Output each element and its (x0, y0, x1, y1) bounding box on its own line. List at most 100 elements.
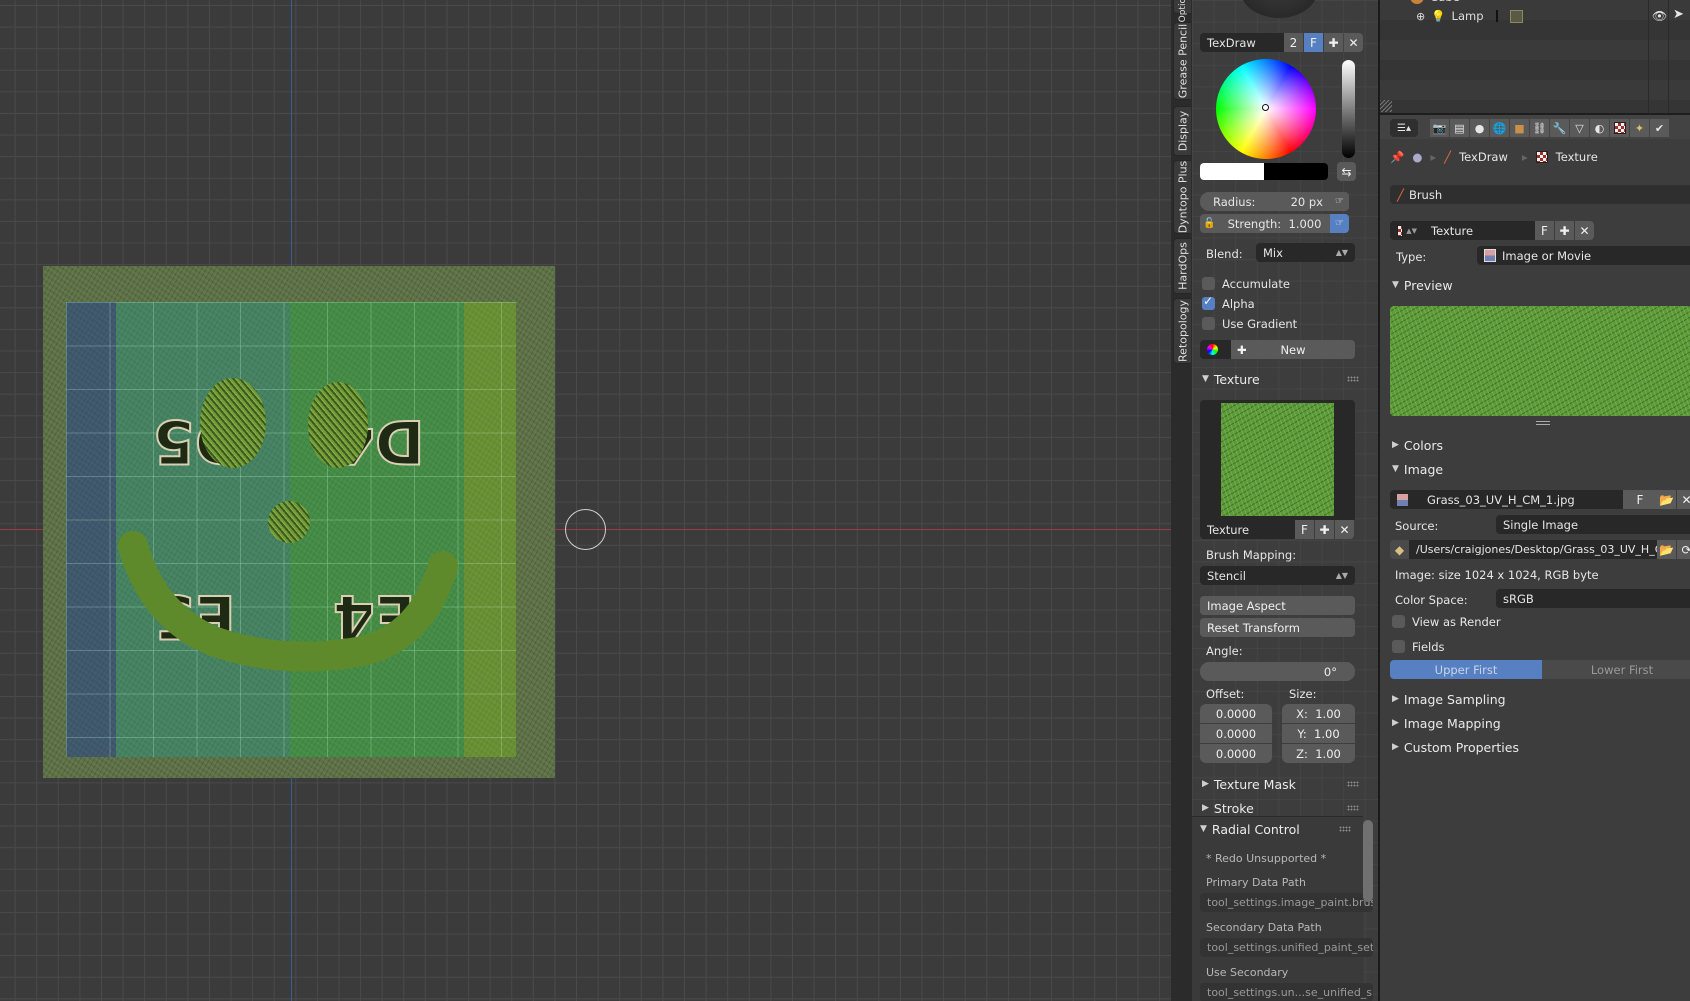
texture-fake-user[interactable]: F (1295, 520, 1314, 539)
reset-transform-button[interactable]: Reset Transform (1200, 618, 1355, 637)
image-name-field[interactable]: Grass_03_UV_H_CM_1.jpg (1420, 490, 1623, 509)
unlink-brush-button[interactable]: ✕ (1344, 33, 1363, 52)
swap-colors-icon[interactable]: ⇆ (1337, 162, 1356, 181)
preview-resize-handle[interactable] (1536, 421, 1550, 425)
lock-icon[interactable]: 🔓 (1200, 214, 1219, 233)
color-space-select[interactable]: sRGB (1496, 589, 1690, 608)
modifiers-tab-icon[interactable]: 🔧 (1550, 119, 1569, 137)
expand-icon[interactable]: ⊕ (1416, 10, 1425, 23)
alpha-checkbox[interactable] (1202, 294, 1215, 310)
unlink-texture-button[interactable]: ✕ (1575, 221, 1594, 240)
upper-first-button[interactable]: Upper First (1390, 660, 1542, 679)
image-editor-viewport[interactable]: D5 D4 E5 E4 (0, 0, 1171, 1001)
blend-select[interactable]: Mix ▲▼ (1256, 243, 1355, 262)
color-wheel[interactable] (1216, 59, 1316, 159)
lamp-data-icon[interactable] (1509, 9, 1523, 23)
texture-panel-header[interactable]: ▼ Texture (1202, 368, 1365, 390)
primary-data-path-field[interactable]: tool_settings.image_paint.brus... (1200, 893, 1373, 912)
image-sampling-panel-header[interactable]: ▶ Image Sampling (1392, 688, 1690, 710)
radius-field[interactable]: Radius: 20 px (1200, 192, 1330, 211)
primary-color[interactable] (1200, 163, 1264, 180)
material-tab-icon[interactable]: ◐ (1590, 119, 1609, 137)
brush-users[interactable]: 2 (1284, 33, 1303, 52)
palette-selector[interactable] (1200, 340, 1231, 359)
outliner-item-lamp[interactable]: ⊕ 💡 Lamp (1416, 9, 1523, 23)
lower-first-button[interactable]: Lower First (1542, 660, 1690, 679)
render-tab-icon[interactable]: 📷 (1430, 119, 1449, 137)
pressure-strength-icon[interactable]: ☞ (1330, 214, 1349, 233)
accumulate-checkbox[interactable] (1202, 277, 1215, 290)
pressure-radius-icon[interactable]: ☞ (1330, 192, 1349, 211)
texture-context-brush[interactable]: ╱ Brush (1390, 185, 1690, 204)
scene-tab-icon[interactable]: ● (1470, 119, 1489, 137)
size-z-field[interactable]: Z: 1.00 (1282, 744, 1355, 763)
pack-icon[interactable]: ◆ (1390, 540, 1409, 559)
data-tab-icon[interactable]: ▽ (1570, 119, 1589, 137)
source-select[interactable]: Single Image (1496, 515, 1690, 534)
breadcrumb-texture[interactable]: Texture (1556, 150, 1598, 164)
colors-panel-header[interactable]: ▶ Colors (1392, 434, 1690, 456)
texture-browse[interactable]: ▲▼ (1390, 221, 1424, 240)
particles-tab-icon[interactable]: ✦ (1630, 119, 1649, 137)
texture-name-field[interactable]: Texture (1200, 520, 1295, 539)
close-icon[interactable]: ✕ (1677, 490, 1690, 509)
custom-properties-panel-header[interactable]: ▶ Custom Properties (1392, 736, 1690, 758)
tab-retopology[interactable]: Retopology (1173, 298, 1191, 364)
image-fake-user[interactable]: F (1623, 490, 1657, 509)
constraints-tab-icon[interactable]: ⛓ (1530, 119, 1549, 137)
secondary-data-path-field[interactable]: tool_settings.unified_paint_setti... (1200, 938, 1373, 957)
add-texture-button[interactable]: ✚ (1315, 520, 1334, 539)
tab-hardops[interactable]: HardOps (1173, 238, 1191, 294)
drag-grip[interactable] (1339, 826, 1351, 832)
new-palette-button[interactable]: ✚ New (1231, 340, 1355, 359)
image-aspect-button[interactable]: Image Aspect (1200, 596, 1355, 615)
type-select[interactable]: Image or Movie (1477, 246, 1690, 265)
texture-name-field[interactable]: Texture (1424, 221, 1535, 240)
breadcrumb-brush[interactable]: TexDraw (1459, 150, 1508, 164)
brush-mapping-select[interactable]: Stencil ▲▼ (1200, 566, 1355, 585)
offset-y-field[interactable]: 0.0000 (1200, 724, 1272, 743)
object-tab-icon[interactable]: ■ (1510, 119, 1529, 137)
secondary-color[interactable] (1264, 163, 1328, 180)
offset-z-field[interactable]: 0.0000 (1200, 744, 1272, 763)
browse-file-icon[interactable]: 📂 (1657, 540, 1676, 559)
drag-grip[interactable] (1347, 781, 1359, 787)
unlink-texture-button[interactable]: ✕ (1335, 520, 1354, 539)
outliner-item-cube[interactable]: Cube (1410, 0, 1460, 4)
image-browse[interactable] (1390, 490, 1420, 509)
drag-grip[interactable] (1347, 805, 1359, 811)
physics-tab-icon[interactable]: ✔ (1650, 119, 1669, 137)
image-mapping-panel-header[interactable]: ▶ Image Mapping (1392, 712, 1690, 734)
tab-dyntopo-plus[interactable]: Dyntopo Plus (1173, 160, 1191, 234)
stencil-image[interactable]: D5 D4 E5 E4 (43, 266, 555, 778)
fields-checkbox[interactable] (1392, 640, 1405, 653)
value-slider[interactable] (1342, 60, 1355, 158)
select-arrow-icon[interactable]: ➤ (1673, 7, 1684, 22)
add-brush-button[interactable]: ✚ (1324, 33, 1343, 52)
color-picker-handle[interactable] (1262, 104, 1269, 111)
preview-panel-header[interactable]: ▼ Preview (1392, 274, 1690, 296)
texture-mask-panel-header[interactable]: ▶ Texture Mask (1202, 773, 1365, 795)
area-split-handle[interactable] (1380, 100, 1392, 112)
use-secondary-field[interactable]: tool_settings.un...se_unified_size (1200, 983, 1373, 1001)
fake-user-button[interactable]: F (1304, 33, 1323, 52)
pin-icon[interactable]: 📌 (1390, 150, 1404, 164)
size-x-field[interactable]: X: 1.00 (1282, 704, 1355, 723)
brush-name-field[interactable]: TexDraw (1200, 33, 1284, 52)
strength-field[interactable]: Strength: 1.000 (1219, 214, 1330, 233)
tab-grease-pencil[interactable]: Grease Pencil (1173, 22, 1191, 100)
use-gradient-checkbox[interactable] (1202, 317, 1215, 330)
open-image-icon[interactable]: 📂 (1657, 490, 1676, 509)
radial-control-header[interactable]: ▼ Radial Control (1200, 818, 1357, 840)
render-layers-tab-icon[interactable]: ▤ (1450, 119, 1469, 137)
size-y-field[interactable]: Y: 1.00 (1282, 724, 1355, 743)
drag-grip[interactable] (1347, 376, 1359, 382)
image-panel-header[interactable]: ▼ Image (1392, 458, 1690, 480)
reload-icon[interactable]: ⟳ (1677, 540, 1690, 559)
tab-options[interactable]: Options (1173, 0, 1191, 22)
filepath-field[interactable]: /Users/craigjones/Desktop/Grass_03_UV_H_… (1409, 540, 1657, 559)
offset-x-field[interactable]: 0.0000 (1200, 704, 1272, 723)
scrollbar[interactable] (1363, 820, 1373, 902)
tab-display[interactable]: Display (1173, 106, 1191, 156)
texture-fake-user[interactable]: F (1535, 221, 1554, 240)
